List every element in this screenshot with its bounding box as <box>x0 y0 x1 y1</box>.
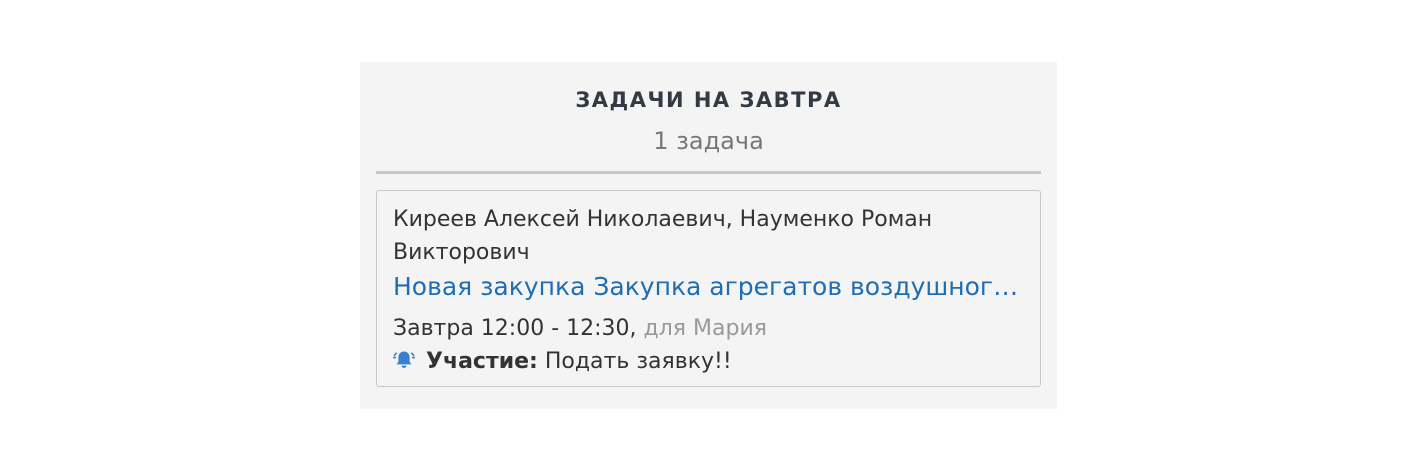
task-time: Завтра 12:00 - 12:30, <box>393 316 637 341</box>
panel-title: ЗАДАЧИ НА ЗАВТРА <box>575 88 842 112</box>
task-title-link[interactable]: Новая закупка Закупка агрегатов воздушно… <box>393 271 1029 303</box>
panel-divider <box>376 171 1041 174</box>
task-count: 1 задача <box>653 127 764 155</box>
task-note-line: Участие: Подать заявку!! <box>392 347 1029 377</box>
task-type-label: Участие: <box>426 349 538 374</box>
task-participants: Киреев Алексей Николаевич, Науменко Рома… <box>393 207 933 265</box>
bell-icon <box>392 349 416 371</box>
task-card[interactable]: Киреев Алексей Николаевич, Науменко Рома… <box>376 190 1041 387</box>
task-note: Подать заявку!! <box>544 349 732 374</box>
task-assignee: для Мария <box>643 316 767 341</box>
tasks-tomorrow-panel: Киреев Алексей Николаевич, Науменко Рома… <box>360 62 1057 409</box>
task-time-line: Завтра 12:00 - 12:30, для Мария <box>393 314 1029 344</box>
